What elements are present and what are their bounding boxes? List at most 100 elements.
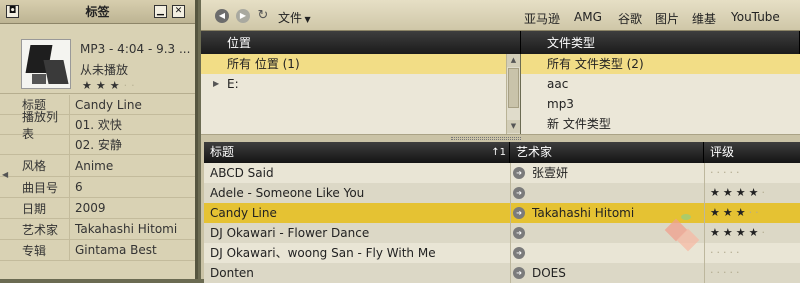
track-row[interactable]: Candy Line ➜ Takahashi Hitomi ★★★·· [204, 203, 800, 223]
property-row[interactable]: 02. 安静 [0, 135, 195, 155]
star-filled-icon[interactable]: ★ [736, 206, 749, 219]
star-filled-icon[interactable]: ★ [96, 79, 110, 92]
track-list-header: 标题 ↑1 艺术家 评级 [204, 142, 800, 163]
column-rating[interactable]: 评级 [704, 142, 800, 163]
scroll-thumb[interactable] [508, 68, 519, 108]
property-row[interactable]: 风格 Anime [0, 155, 195, 177]
star-filled-icon[interactable]: ★ [110, 79, 124, 92]
star-filled-icon[interactable]: ★ [710, 186, 723, 199]
star-empty-icon[interactable]: · [131, 79, 139, 92]
track-row[interactable]: ABCD Said ➜ 张壹妍 ····· [204, 163, 800, 183]
property-label: 风格 [0, 155, 70, 176]
property-value[interactable]: 6 [70, 180, 83, 194]
star-empty-icon[interactable]: · [762, 226, 769, 239]
property-label: 曲目号 [0, 177, 70, 197]
property-value[interactable]: 2009 [70, 201, 106, 215]
location-browser-header[interactable]: 位置 [201, 31, 521, 54]
track-rating[interactable]: ★★★★· [710, 183, 768, 203]
track-row[interactable]: DJ Okawari - Flower Dance ➜ ★★★★· [204, 223, 800, 243]
star-filled-icon[interactable]: ★ [736, 186, 749, 199]
minimize-icon[interactable]: ▁ [154, 5, 167, 18]
tag-panel: ◘ 标签 ▁ ✕ MP3 - 4:04 - 9.3 ... 从未播放 ★★★··… [0, 0, 198, 279]
star-filled-icon[interactable]: ★ [710, 206, 723, 219]
back-icon[interactable]: ◀ [215, 9, 229, 23]
location-item-e[interactable]: ▶ E: [201, 74, 506, 94]
star-filled-icon[interactable]: ★ [710, 226, 723, 239]
column-divider [510, 183, 511, 203]
track-rating[interactable]: ····· [710, 163, 743, 183]
column-title[interactable]: 标题 ↑1 [204, 142, 510, 163]
filetype-item-all[interactable]: 所有 文件类型 (2) [521, 54, 800, 74]
track-title: DJ Okawari、woong San - Fly With Me [210, 246, 436, 260]
star-filled-icon[interactable]: ★ [749, 226, 762, 239]
service-amazon[interactable]: 亚马逊 [524, 10, 560, 27]
star-empty-icon[interactable]: · [762, 186, 769, 199]
property-row[interactable]: 艺术家 Takahashi Hitomi [0, 219, 195, 240]
scroll-up-icon[interactable]: ▲ [507, 54, 520, 67]
file-menu[interactable]: 文件 ▼ [278, 9, 311, 26]
property-value[interactable]: Candy Line [70, 98, 142, 112]
column-divider [510, 203, 511, 223]
star-filled-icon[interactable]: ★ [723, 206, 736, 219]
property-label [0, 135, 70, 154]
track-rating[interactable]: ★★★★· [710, 223, 768, 243]
property-row[interactable]: 日期 2009 [0, 198, 195, 219]
panel-menu-icon[interactable]: ◘ [6, 5, 19, 18]
browser-splitter[interactable] [201, 134, 800, 142]
service-amg[interactable]: AMG [574, 10, 602, 24]
property-row[interactable]: 播放列表 01. 欢快 [0, 110, 195, 141]
artist-link-icon[interactable]: ➜ [513, 247, 525, 259]
star-filled-icon[interactable]: ★ [749, 186, 762, 199]
star-empty-icon[interactable]: · [736, 166, 743, 179]
track-row[interactable]: Donten ➜ DOES ····· [204, 263, 800, 283]
property-label: 播放列表 [0, 110, 70, 141]
filetype-browser-header[interactable]: 文件类型 [521, 31, 800, 54]
column-divider [510, 263, 511, 283]
filetype-item-aac[interactable]: aac [521, 74, 800, 94]
property-value[interactable]: 02. 安静 [70, 136, 122, 153]
star-empty-icon[interactable]: · [736, 266, 743, 279]
star-filled-icon[interactable]: ★ [723, 226, 736, 239]
close-icon[interactable]: ✕ [172, 5, 185, 18]
service-wiki[interactable]: 维基 [692, 10, 716, 27]
splitter-grip[interactable] [451, 137, 521, 140]
property-value[interactable]: Takahashi Hitomi [70, 222, 177, 236]
artist-link-icon[interactable]: ➜ [513, 207, 525, 219]
refresh-icon[interactable]: ↻ [256, 9, 270, 23]
star-empty-icon[interactable]: · [736, 246, 743, 259]
artist-link-icon[interactable]: ➜ [513, 187, 525, 199]
star-empty-icon[interactable]: · [124, 79, 132, 92]
artist-link-icon[interactable]: ➜ [513, 167, 525, 179]
property-value[interactable]: Gintama Best [70, 243, 157, 257]
property-value[interactable]: Anime [70, 159, 113, 173]
column-artist[interactable]: 艺术家 [510, 142, 704, 163]
location-item-all[interactable]: 所有 位置 (1) [201, 54, 506, 74]
property-row[interactable]: 专辑 Gintama Best [0, 240, 195, 261]
track-rating[interactable]: ····· [710, 243, 743, 263]
property-value[interactable]: 01. 欢快 [70, 116, 122, 133]
filetype-item-new[interactable]: 新 文件类型 [521, 114, 800, 134]
album-cover [21, 39, 71, 89]
collapse-arrow-icon[interactable]: ◀ [2, 170, 8, 179]
track-row[interactable]: Adele - Someone Like You ➜ ★★★★· [204, 183, 800, 203]
track-rating[interactable]: ★★★·· [82, 79, 139, 92]
forward-icon[interactable]: ▶ [236, 9, 250, 23]
artist-link-icon[interactable]: ➜ [513, 267, 525, 279]
service-google[interactable]: 谷歌 [618, 10, 642, 27]
scroll-down-icon[interactable]: ▼ [507, 120, 520, 133]
track-rating[interactable]: ★★★·· [710, 203, 762, 223]
track-rating[interactable]: ····· [710, 263, 743, 283]
tag-panel-title: 标签 [85, 5, 110, 19]
star-filled-icon[interactable]: ★ [723, 186, 736, 199]
star-empty-icon[interactable]: · [755, 206, 762, 219]
star-filled-icon[interactable]: ★ [736, 226, 749, 239]
service-youtube[interactable]: YouTube [731, 10, 780, 24]
filetype-item-mp3[interactable]: mp3 [521, 94, 800, 114]
location-scrollbar[interactable]: ▲ ▼ [506, 54, 520, 134]
track-row[interactable]: DJ Okawari、woong San - Fly With Me ➜ ····· [204, 243, 800, 263]
property-row[interactable]: 曲目号 6 [0, 177, 195, 198]
star-filled-icon[interactable]: ★ [82, 79, 96, 92]
expand-arrow-icon[interactable]: ▶ [213, 74, 219, 94]
service-images[interactable]: 图片 [655, 10, 679, 27]
artist-link-icon[interactable]: ➜ [513, 227, 525, 239]
